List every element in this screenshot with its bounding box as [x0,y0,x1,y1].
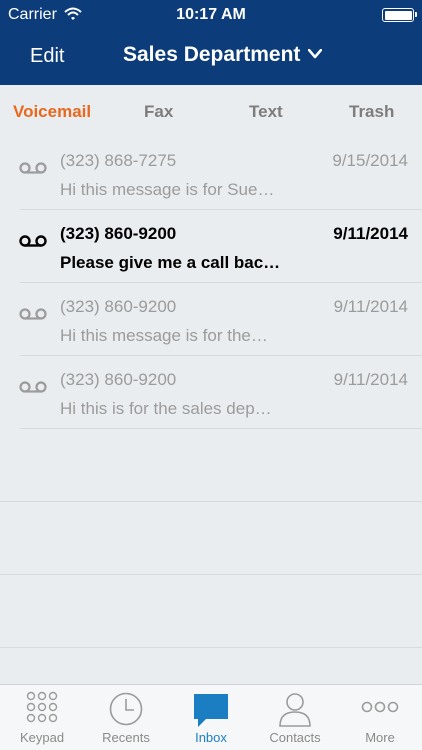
tab-inbox[interactable]: Inbox [169,685,253,750]
message-date: 9/11/2014 [333,224,408,243]
battery-icon [382,8,417,22]
tab-inbox-label: Inbox [195,730,227,745]
tab-text[interactable]: Text [249,102,283,122]
caller-number: (323) 868-7275 [60,151,177,170]
status-bar: Carrier 10:17 AM [0,0,422,30]
message-preview: Hi this message is for the… [60,326,268,345]
navigation-bar: Edit Sales Department [0,30,422,85]
tab-contacts[interactable]: Contacts [253,685,337,750]
tab-contacts-label: Contacts [269,730,321,745]
voicemail-icon [19,234,47,252]
voicemail-list: (323) 868-7275 9/15/2014 Hi this message… [0,137,422,648]
voicemail-icon [19,307,47,325]
message-date: 9/11/2014 [333,370,408,389]
voicemail-icon [19,161,47,179]
message-date: 9/15/2014 [332,151,408,170]
tab-voicemail[interactable]: Voicemail [13,102,91,122]
caller-number: (323) 860-9200 [60,297,177,316]
tab-more[interactable]: More [338,685,422,750]
message-date: 9/11/2014 [333,297,408,316]
chevron-down-icon [308,46,323,64]
status-time: 10:17 AM [176,6,246,23]
tab-fax[interactable]: Fax [144,102,173,122]
tab-keypad[interactable]: Keypad [0,685,84,750]
tab-trash[interactable]: Trash [349,102,394,122]
department-selector[interactable]: Sales Department [123,43,323,67]
bottom-tab-bar: Keypad Recents Inbox Contacts More [0,684,422,750]
tab-keypad-label: Keypad [19,730,65,745]
nav-title: Sales Department [123,43,301,66]
voicemail-icon [19,380,47,398]
message-preview: Hi this is for the sales dep… [60,399,272,418]
empty-row [0,429,422,502]
list-item[interactable]: (323) 860-9200 9/11/2014 Hi this message… [0,283,422,356]
tab-more-label: More [365,730,395,745]
message-preview: Hi this message is for Sue… [60,180,275,199]
caller-number: (323) 860-9200 [60,370,177,389]
tab-recents-label: Recents [102,730,150,745]
caller-number: (323) 860-9200 [60,224,177,243]
list-item[interactable]: (323) 868-7275 9/15/2014 Hi this message… [0,137,422,210]
list-item[interactable]: (323) 860-9200 9/11/2014 Hi this is for … [0,356,422,429]
edit-button[interactable]: Edit [30,45,64,68]
empty-row [0,575,422,648]
list-item[interactable]: (323) 860-9200 9/11/2014 Please give me … [0,210,422,283]
inbox-tabs: Voicemail Fax Text Trash [0,85,422,137]
tab-recents[interactable]: Recents [84,685,168,750]
empty-row [0,502,422,575]
message-preview: Please give me a call bac… [60,253,281,272]
